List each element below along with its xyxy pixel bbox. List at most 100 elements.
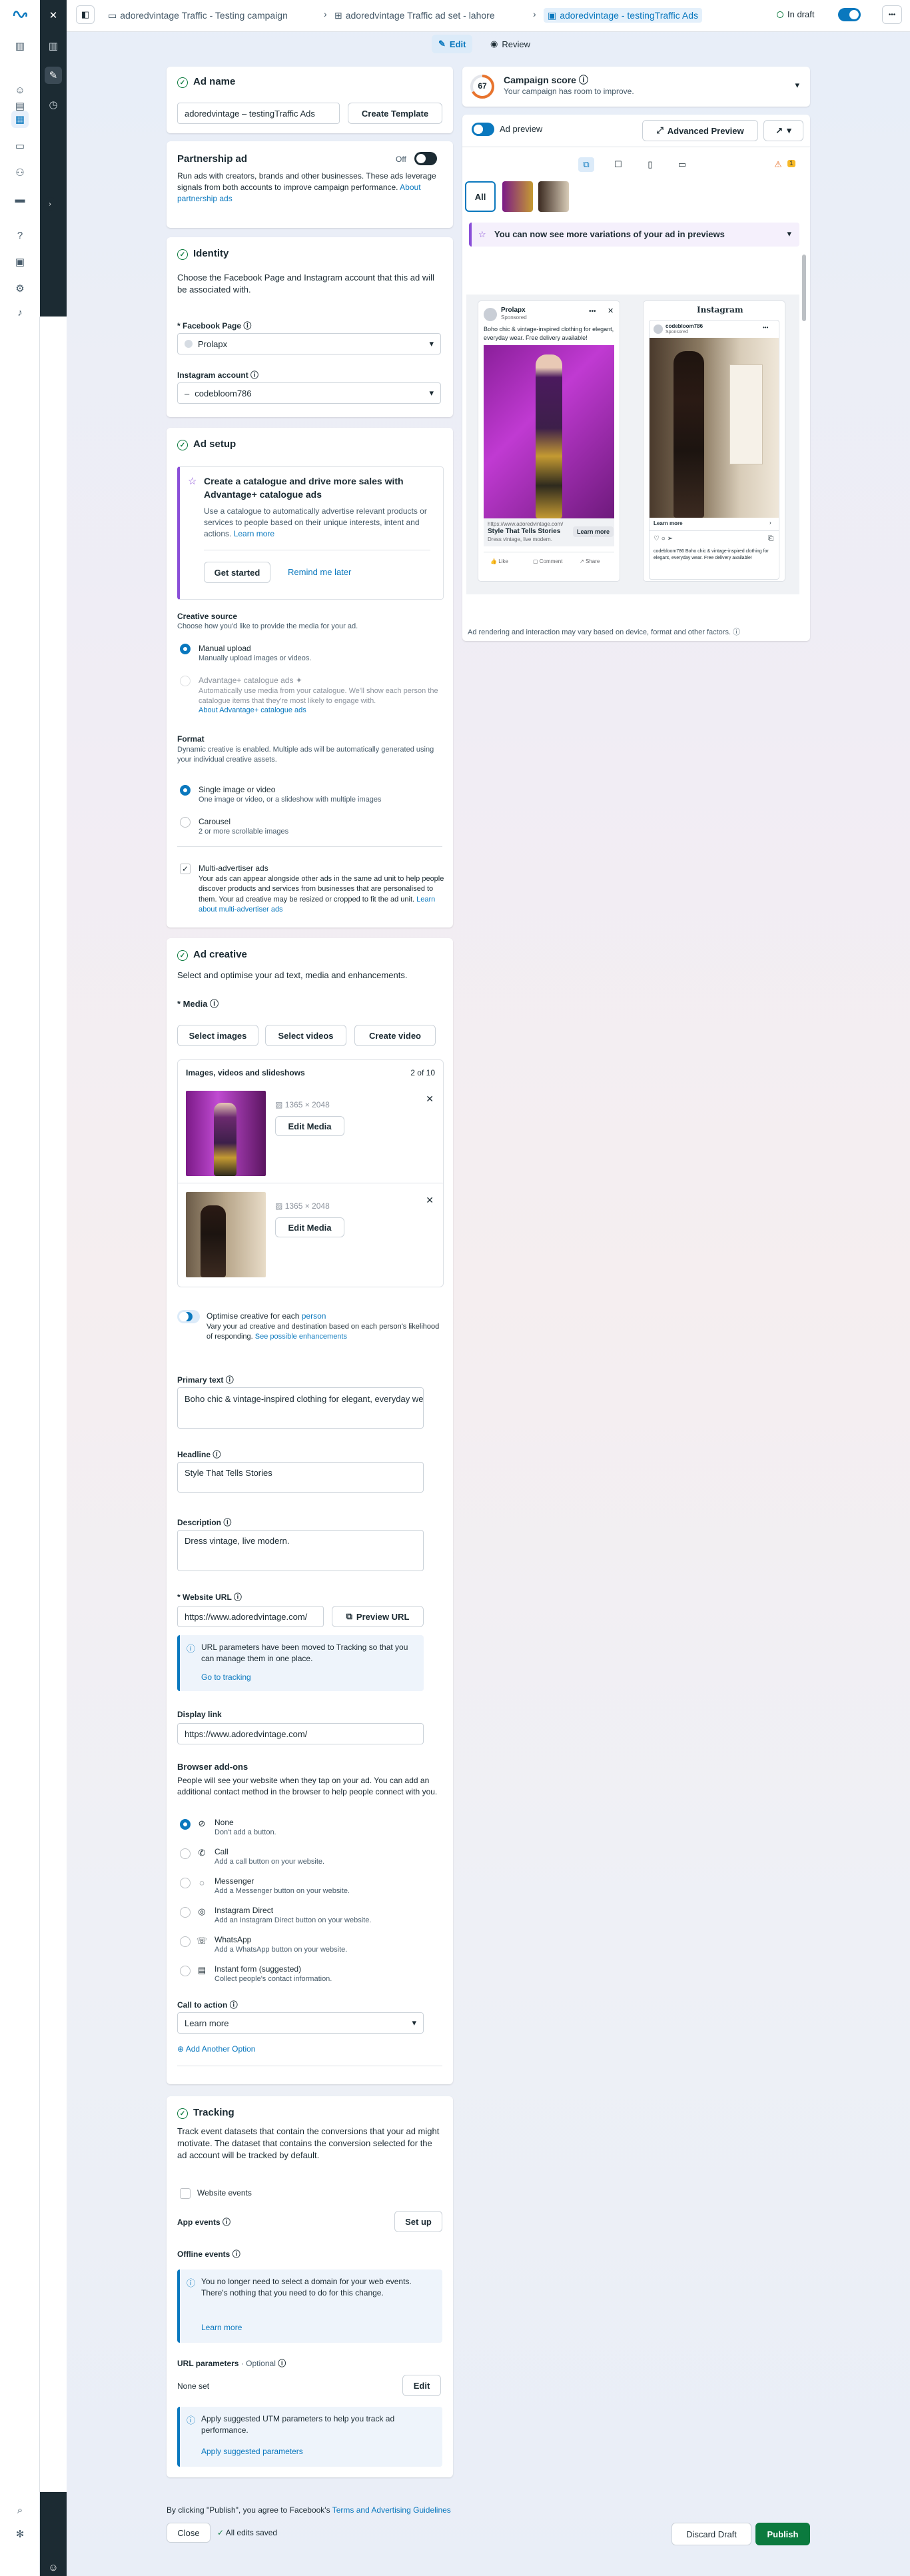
addon-radio[interactable] [180,1907,191,1918]
chart-icon[interactable]: ▥ [45,37,62,55]
get-started-button[interactable]: Get started [204,562,270,583]
learn-more-link[interactable]: Learn more [201,2323,242,2332]
instagram-account-select[interactable]: – codebloom786 ▾ [177,382,441,404]
facebook-page-select[interactable]: Prolapx ▾ [177,333,441,354]
create-video-button[interactable]: Create video [354,1025,436,1046]
like-icon: 👍 [490,558,497,564]
more-button[interactable]: ••• [882,5,902,24]
ads-grid-icon[interactable]: ▦ [11,111,29,128]
edit-icon[interactable]: ✎ [45,67,62,84]
billing-icon[interactable]: ▬ [11,191,29,208]
addon-desc: Add a Messenger button on your website. [215,1887,350,1895]
briefcase-icon[interactable]: ▣ [11,253,29,271]
multi-advertiser-checkbox[interactable]: ✓ [180,864,191,874]
website-events-checkbox[interactable] [180,2188,191,2199]
media-list-title: Images, videos and slideshows [186,1068,305,1077]
advanced-preview-button[interactable]: ⤢ Advanced Preview [642,120,758,141]
catalogue-ads-radio[interactable] [180,676,191,686]
bug-icon[interactable]: ✻ [11,2525,29,2543]
single-image-radio[interactable] [180,785,191,796]
breadcrumb-campaign[interactable]: ▭ adoredvintage Traffic - Testing campaig… [108,8,288,23]
breadcrumb-adset[interactable]: ⊞ adoredvintage Traffic ad set - lahore [334,8,495,23]
people-icon[interactable]: ⚇ [11,164,29,181]
smiley-icon[interactable]: ☺ [11,81,29,99]
setup-button[interactable]: Set up [394,2211,442,2232]
website-url-input[interactable]: https://www.adoredvintage.com/ [177,1606,324,1627]
learn-more-link[interactable]: Learn more [234,529,274,538]
enhancements-link[interactable]: See possible enhancements [255,1333,347,1341]
select-images-button[interactable]: Select images [177,1025,258,1046]
preview-url-button[interactable]: ⧉ Preview URL [332,1606,424,1627]
all-filter-button[interactable]: All [465,181,496,212]
headline-label: Headline ⓘ [177,1450,221,1459]
partnership-toggle[interactable] [414,152,437,165]
sidebar-toggle-button[interactable]: ◧ [76,5,95,24]
addon-radio[interactable] [180,1936,191,1947]
carousel-radio[interactable] [180,817,191,828]
caret-down-icon[interactable]: ▾ [795,80,799,91]
variant-thumb-1[interactable] [502,181,533,212]
info-icon: ⓘ [187,2415,196,2425]
clock-icon[interactable]: ◷ [45,96,62,113]
edit-url-params-button[interactable]: Edit [402,2375,441,2396]
save-status: ✓ All edits saved [217,2528,278,2537]
variations-banner[interactable]: ☆ You can now see more variations of you… [469,223,799,247]
cta-select[interactable]: Learn more ▾ [177,2012,424,2034]
promo-title: Create a catalogue and drive more sales … [204,476,404,500]
addon-radio[interactable] [180,1819,191,1830]
breadcrumb-ad[interactable]: ▣ adoredvintage - testingTraffic Ads [544,8,703,23]
story-placement-icon[interactable]: ▯ [642,157,658,172]
campaign-score-card[interactable]: 67 Campaign score ⓘ Your campaign has ro… [462,67,810,107]
ad-toggle[interactable] [838,8,861,21]
close-icon[interactable]: ✕ [45,7,62,24]
person-link[interactable]: person [302,1311,326,1321]
manual-upload-radio[interactable] [180,644,191,654]
chart-icon[interactable]: ▥ [11,37,29,55]
preview-scrollbar[interactable] [802,255,806,321]
addon-radio[interactable] [180,1966,191,1976]
remind-later-link[interactable]: Remind me later [288,567,351,577]
optimise-toggle[interactable] [177,1310,200,1323]
expand-icon[interactable]: › [43,197,57,211]
meta-logo-icon[interactable] [11,5,29,23]
help-icon[interactable]: ? [11,227,29,244]
close-button[interactable]: Close [167,2523,211,2543]
select-videos-button[interactable]: Select videos [265,1025,346,1046]
bell-icon[interactable]: ♪ [11,304,29,321]
remove-media-icon[interactable]: ✕ [426,1195,434,1206]
ad-preview-toggle[interactable] [472,123,494,136]
remove-media-icon[interactable]: ✕ [426,1093,434,1105]
primary-text-input[interactable]: Boho chic & vintage-inspired clothing fo… [177,1387,424,1429]
variant-thumb-2[interactable] [538,181,569,212]
search-icon[interactable]: ⌕ [11,2501,29,2519]
headline-input[interactable]: Style That Tells Stories [177,1462,424,1493]
addon-radio[interactable] [180,1848,191,1859]
feed-placement-icon[interactable]: ⧉ [578,157,594,172]
media-thumbnail-2[interactable] [186,1192,266,1277]
publish-button[interactable]: Publish [755,2523,810,2545]
warning-icon[interactable]: ⚠ [771,157,785,172]
apply-parameters-link[interactable]: Apply suggested parameters [201,2447,303,2456]
terms-link[interactable]: Terms and Advertising Guidelines [332,2505,451,2515]
add-option-link[interactable]: ⊕ Add Another Option [177,2044,255,2054]
edit-media-button[interactable]: Edit Media [275,1116,344,1136]
share-preview-button[interactable]: ↗ ▾ [763,120,803,141]
square-placement-icon[interactable]: ☐ [610,157,626,172]
feedback-icon[interactable]: ☺ [45,2559,62,2576]
tab-edit[interactable]: ✎ Edit [432,35,473,53]
catalogue-link[interactable]: About Advantage+ catalogue ads [199,706,306,714]
discard-draft-button[interactable]: Discard Draft [672,2523,751,2545]
description-input[interactable]: Dress vintage, live modern. [177,1530,424,1571]
settings-icon[interactable]: ⚙ [11,280,29,297]
media-thumbnail-1[interactable] [186,1091,266,1176]
create-template-button[interactable]: Create Template [348,103,442,124]
optimise-label: Optimise creative for each person [207,1311,326,1321]
go-to-tracking-link[interactable]: Go to tracking [201,1672,251,1682]
tab-review[interactable]: ◉ Review [484,35,537,53]
ad-name-input[interactable]: adoredvintage – testingTraffic Ads [177,103,340,124]
banner-placement-icon[interactable]: ▭ [674,157,690,172]
display-link-input[interactable]: https://www.adoredvintage.com/ [177,1723,424,1744]
edit-media-button[interactable]: Edit Media [275,1217,344,1237]
document-icon[interactable]: ▭ [11,137,29,155]
addon-radio[interactable] [180,1878,191,1888]
